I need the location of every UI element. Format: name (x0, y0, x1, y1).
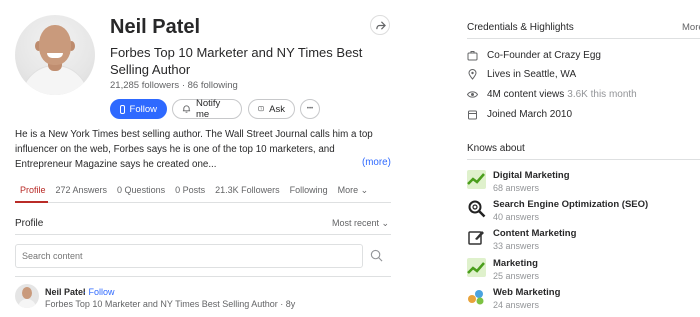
tab-more[interactable]: More ⌄ (333, 185, 374, 196)
divider (467, 38, 700, 39)
sort-dropdown[interactable]: Most recent ⌄ (332, 218, 389, 229)
topic-item[interactable]: Web Marketing 24 answers (467, 287, 560, 311)
sort-label: Most recent (332, 218, 380, 228)
topic-item[interactable]: Content Marketing 33 answers (467, 228, 576, 252)
feed-follow-link[interactable]: · Follow (83, 287, 115, 297)
follow-button[interactable]: Follow (110, 99, 167, 119)
profile-name: Neil Patel (110, 16, 201, 38)
feed-author-credential: Forbes Top 10 Marketer and NY Times Best… (45, 299, 296, 309)
notify-button[interactable]: Notify me (172, 98, 242, 120)
share-icon (375, 20, 386, 30)
calendar-icon (467, 109, 478, 120)
topic-item[interactable]: Marketing 25 answers (467, 258, 539, 282)
credential-item: Lives in Seattle, WA (467, 69, 576, 80)
search-icon[interactable] (370, 249, 383, 262)
follower-counts[interactable]: 21,285 followers · 86 following (110, 80, 238, 91)
ask-icon: ? (258, 106, 264, 111)
marketing-icon (467, 258, 486, 277)
svg-text:?: ? (260, 107, 262, 111)
location-pin-icon (467, 69, 478, 80)
profile-tabs: Profile 272 Answers 0 Questions 0 Posts … (15, 185, 373, 196)
divider (15, 234, 391, 235)
seo-magnifier-icon (468, 200, 486, 218)
tab-questions[interactable]: 0 Questions (112, 185, 170, 196)
tab-answers[interactable]: 272 Answers (51, 185, 113, 196)
content-edit-icon (468, 231, 484, 245)
credentials-more-link[interactable]: More (682, 22, 700, 33)
briefcase-icon (467, 50, 478, 61)
tab-followers[interactable]: 21.3K Followers (210, 185, 285, 196)
tab-following[interactable]: Following (285, 185, 333, 196)
credential-item: 4M content views 3.6K this month (467, 89, 637, 100)
profile-avatar[interactable] (15, 15, 95, 95)
topic-item[interactable]: Search Engine Optimization (SEO) 40 answe… (467, 199, 648, 223)
active-tab-indicator (15, 201, 48, 203)
bio-more-link[interactable]: (more) (362, 157, 391, 168)
eye-icon (467, 89, 478, 100)
notify-label: Notify me (195, 98, 221, 120)
profile-bio: He is a New York Times best selling auth… (15, 129, 373, 170)
share-button[interactable] (370, 15, 390, 35)
digital-marketing-icon (467, 170, 486, 189)
credentials-title: Credentials & Highlights (467, 22, 574, 33)
divider (15, 276, 391, 277)
follow-label: Follow (129, 103, 157, 115)
tabs-divider (15, 202, 391, 203)
more-options-icon: ••• (306, 106, 314, 112)
search-content-input[interactable] (15, 244, 363, 268)
profile-headline: Forbes Top 10 Marketer and NY Times Best… (110, 45, 363, 77)
topic-item[interactable]: Digital Marketing 68 answers (467, 170, 570, 194)
chevron-down-icon: ⌄ (381, 218, 390, 228)
divider (467, 159, 700, 160)
feed-author-name[interactable]: Neil Patel (45, 287, 86, 297)
bell-icon (182, 105, 191, 113)
credential-item: Joined March 2010 (467, 109, 572, 120)
more-options-button[interactable]: ••• (300, 99, 320, 119)
tab-profile[interactable]: Profile (15, 185, 51, 196)
web-marketing-icon (468, 290, 484, 305)
feed-avatar[interactable] (15, 284, 39, 308)
follow-icon (120, 104, 125, 114)
credential-item: Co-Founder at Crazy Egg (467, 50, 601, 61)
section-title: Profile (15, 218, 44, 229)
ask-button[interactable]: ? Ask (248, 99, 295, 119)
tab-posts[interactable]: 0 Posts (170, 185, 210, 196)
knows-about-title: Knows about (467, 143, 525, 154)
ask-label: Ask (269, 103, 285, 115)
